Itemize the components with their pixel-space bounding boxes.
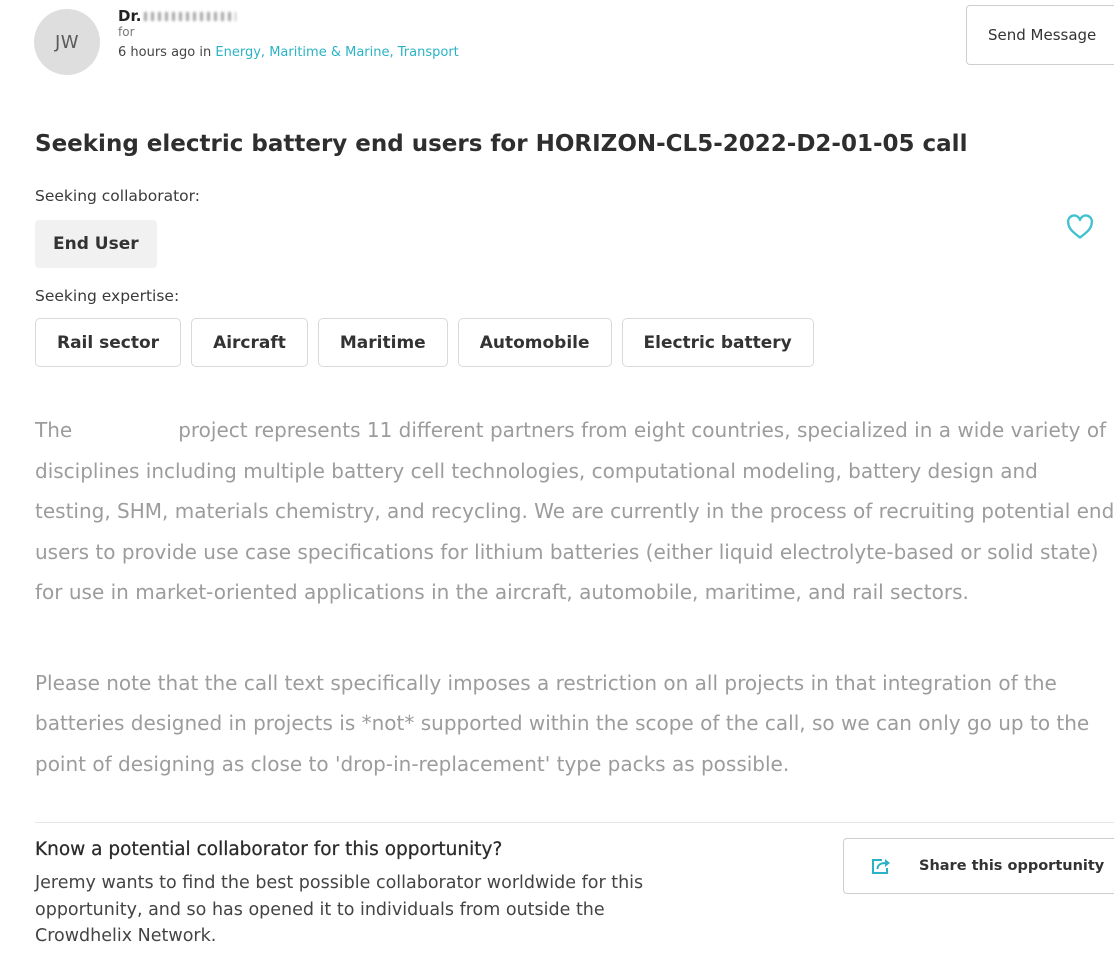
expertise-tags: Rail sector Aircraft Maritime Automobile… xyxy=(35,318,814,367)
category-separator: , xyxy=(260,45,266,60)
description-line: users to provide use case specifications… xyxy=(35,539,1099,564)
share-opportunity-label: Share this opportunity xyxy=(919,858,1105,874)
seeking-collaborator-label: Seeking collaborator: xyxy=(35,187,200,205)
author-name[interactable]: Dr. xyxy=(118,6,237,26)
heart-icon-graphic xyxy=(1066,214,1094,239)
send-message-label: Send Message xyxy=(988,26,1097,44)
description-line: Please note that the call text specifica… xyxy=(35,670,1057,695)
category-separator: , xyxy=(389,45,394,60)
description-line: The project represents 11 different partn… xyxy=(35,410,1114,451)
send-message-button[interactable]: Send Message xyxy=(966,5,1114,65)
description-line-start: The xyxy=(35,418,73,442)
description: The project represents 11 different partn… xyxy=(35,410,1114,784)
collaborator-tag: End User xyxy=(35,220,157,268)
category-link-energy[interactable]: Energy xyxy=(215,45,261,60)
share-opportunity-button[interactable]: Share this opportunity xyxy=(843,838,1114,894)
expertise-tag: Rail sector xyxy=(35,318,182,367)
expertise-tag: Aircraft xyxy=(191,318,308,367)
description-line: for use in market-oriented applications … xyxy=(35,580,969,604)
description-paragraph: The project represents 11 different partn… xyxy=(35,410,1114,613)
avatar[interactable]: JW xyxy=(34,9,100,75)
collaborator-tag-label: End User xyxy=(53,234,139,254)
description-line: testing, SHM, materials chemistry, and r… xyxy=(35,499,1114,523)
expertise-tag: Electric battery xyxy=(621,318,814,367)
author-name-prefix: Dr. xyxy=(118,7,142,25)
share-icon xyxy=(871,857,891,875)
description-line: batteries designed in projects is *not* … xyxy=(35,711,1090,735)
category-link-maritime-marine[interactable]: Maritime & Marine xyxy=(269,45,389,60)
description-line: point of designing as close to 'drop-in-… xyxy=(35,751,790,776)
description-paragraph: Please note that the call text specifica… xyxy=(35,663,1114,785)
for-label: for xyxy=(118,25,135,39)
redacted-author-name xyxy=(144,12,237,21)
page-title: Seeking electric battery end users for H… xyxy=(35,131,968,157)
posted-info: 6 hours ago in Energy, Maritime & Marine… xyxy=(118,44,459,62)
posted-time: 6 hours ago in xyxy=(118,45,212,60)
description-line: disciplines including multiple battery c… xyxy=(35,458,1038,483)
avatar-initials: JW xyxy=(54,31,80,53)
description-line-end: project represents 11 different partners… xyxy=(178,418,1107,442)
category-link-transport[interactable]: Transport xyxy=(398,45,459,60)
redacted-project-name xyxy=(72,436,178,437)
expertise-tag: Maritime xyxy=(317,318,448,367)
seeking-expertise-label: Seeking expertise: xyxy=(35,287,180,305)
divider xyxy=(35,822,1114,823)
expertise-tag: Automobile xyxy=(457,318,612,367)
share-description: Jeremy wants to find the best possible c… xyxy=(35,873,644,946)
share-heading: Know a potential collaborator for this o… xyxy=(35,839,503,860)
heart-icon[interactable] xyxy=(1066,214,1094,240)
